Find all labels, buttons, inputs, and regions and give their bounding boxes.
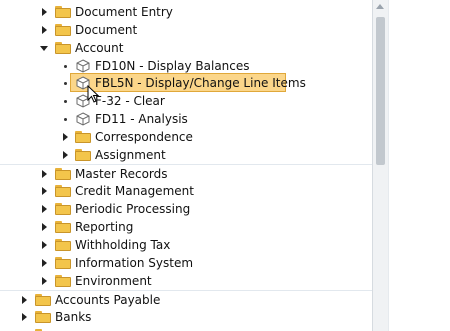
node-label: FBL5N - Display/Change Line Items (95, 76, 306, 90)
menu-tree: Document Entry Document Account FD10N - … (0, 0, 372, 331)
collapse-toggle[interactable] (39, 43, 49, 53)
tree-node-environment[interactable]: Environment (0, 272, 372, 290)
scrollbar-thumb[interactable] (376, 17, 385, 165)
folder-icon (55, 275, 71, 287)
expand-toggle[interactable] (39, 258, 49, 268)
folder-icon (75, 149, 91, 161)
expand-toggle[interactable] (39, 169, 49, 179)
node-label: Document (75, 23, 138, 37)
folder-icon (55, 24, 71, 36)
node-label: Withholding Tax (75, 238, 171, 252)
tree-node-reporting[interactable]: Reporting (0, 218, 372, 236)
folder-icon (35, 311, 51, 323)
folder-icon (55, 221, 71, 233)
node-label: Periodic Processing (75, 202, 191, 216)
folder-icon (55, 239, 71, 251)
node-label: Reporting (75, 220, 134, 234)
expand-toggle[interactable] (19, 295, 29, 305)
expand-toggle[interactable] (39, 204, 49, 214)
leaf-bullet (64, 65, 67, 68)
node-label: Credit Management (75, 184, 194, 198)
tree-node-correspondence[interactable]: Correspondence (0, 128, 372, 146)
tree-node-credit-management[interactable]: Credit Management (0, 182, 372, 200)
tree-node-document-entry[interactable]: Document Entry (0, 3, 372, 21)
tree-node-banks[interactable]: Banks (0, 308, 372, 326)
tree-node-account[interactable]: Account (0, 39, 372, 57)
leaf-bullet (64, 118, 67, 121)
folder-icon (55, 185, 71, 197)
tree-node-fd11[interactable]: FD11 - Analysis (0, 110, 372, 128)
node-label: Information System (75, 256, 194, 270)
node-label: FD11 - Analysis (95, 112, 188, 126)
expand-toggle[interactable] (39, 276, 49, 286)
expand-toggle[interactable] (39, 186, 49, 196)
transaction-cube-icon (76, 112, 90, 126)
tree-node-document[interactable]: Document (0, 21, 372, 39)
tree-node-partial[interactable] (0, 326, 372, 331)
tree-node-periodic-processing[interactable]: Periodic Processing (0, 200, 372, 218)
expand-toggle[interactable] (39, 240, 49, 250)
expand-toggle[interactable] (60, 132, 70, 142)
tree-node-withholding-tax[interactable]: Withholding Tax (0, 236, 372, 254)
expand-toggle[interactable] (39, 25, 49, 35)
folder-icon (55, 6, 71, 18)
tree-node-accounts-payable[interactable]: Accounts Payable (0, 290, 372, 309)
expand-toggle[interactable] (19, 312, 29, 322)
folder-icon (75, 131, 91, 143)
expand-toggle[interactable] (39, 222, 49, 232)
transaction-cube-icon (76, 59, 90, 73)
scroll-up-icon[interactable] (376, 4, 384, 9)
right-pane (388, 0, 450, 331)
node-label: Account (75, 41, 124, 55)
node-label: Assignment (95, 148, 166, 162)
node-label: Accounts Payable (55, 293, 161, 307)
tree-node-f32[interactable]: F-32 - Clear (0, 92, 372, 110)
tree-node-fbl5n[interactable]: FBL5N - Display/Change Line Items (0, 74, 372, 92)
tree-node-assignment[interactable]: Assignment (0, 146, 372, 164)
folder-icon (55, 168, 71, 180)
mouse-cursor-icon (87, 85, 100, 103)
expand-toggle[interactable] (39, 7, 49, 17)
node-label: Document Entry (75, 5, 173, 19)
leaf-bullet (64, 82, 67, 85)
folder-icon (55, 257, 71, 269)
vertical-scrollbar[interactable] (372, 0, 388, 331)
node-label: Master Records (75, 167, 168, 181)
node-label: Environment (75, 274, 152, 288)
node-label: Banks (55, 310, 92, 324)
tree-node-master-records[interactable]: Master Records (0, 164, 372, 183)
folder-icon (35, 294, 51, 306)
folder-icon (55, 203, 71, 215)
leaf-bullet (64, 100, 67, 103)
folder-icon (55, 42, 71, 54)
node-label: F-32 - Clear (95, 94, 165, 108)
node-label: Correspondence (95, 130, 193, 144)
expand-toggle[interactable] (60, 150, 70, 160)
tree-node-information-system[interactable]: Information System (0, 254, 372, 272)
